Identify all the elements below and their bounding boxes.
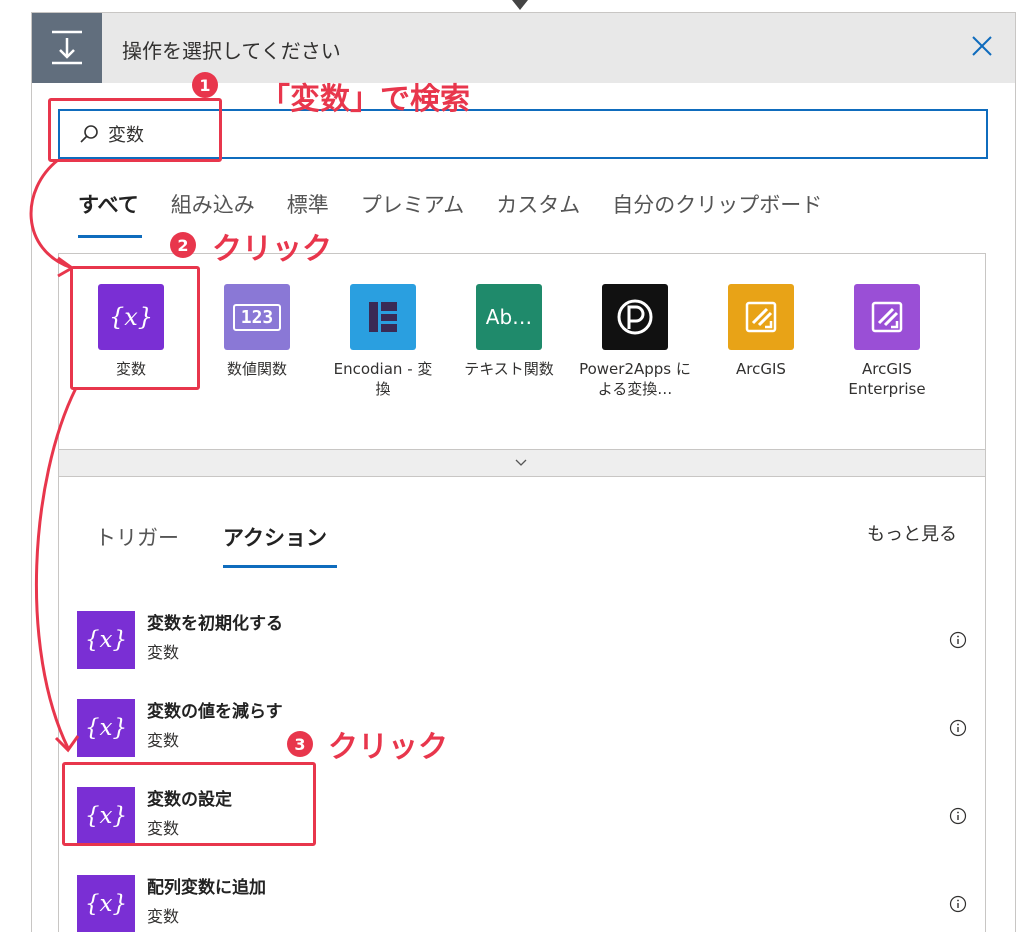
action-initialize-variable[interactable]: {x} 変数を初期化する 変数 <box>77 599 977 679</box>
close-icon[interactable] <box>967 31 997 61</box>
see-more-link[interactable]: もっと見る <box>867 520 957 546</box>
actions-panel: トリガー アクション もっと見る {x} 変数を初期化する 変数 {x} 変数の… <box>58 477 986 932</box>
info-icon[interactable] <box>949 807 967 825</box>
connector-encodian[interactable]: Encodian - 変換 <box>327 284 439 400</box>
annotation-box-variables-connector <box>70 266 200 390</box>
action-title: 変数を初期化する <box>147 614 283 634</box>
category-tabs: すべて 組み込み 標準 プレミアム カスタム 自分のクリップボード <box>78 189 854 239</box>
variable-icon: {x} <box>77 699 135 757</box>
annotation-badge-1: 1 <box>192 72 218 98</box>
annotation-badge-2: 2 <box>170 232 196 258</box>
tab-actions[interactable]: アクション <box>223 522 327 552</box>
connector-label: Power2Apps による変換… <box>579 360 691 399</box>
connector-arcgis-enterprise[interactable]: ArcGIS Enterprise <box>831 284 943 400</box>
connector-label: Encodian - 変換 <box>333 360 433 399</box>
info-icon[interactable] <box>949 719 967 737</box>
trigger-action-icon <box>32 13 102 83</box>
info-icon[interactable] <box>949 631 967 649</box>
annotation-text-1: 「変数」で検索 <box>260 82 470 117</box>
annotation-box-search <box>48 98 222 162</box>
connector-number-functions[interactable]: 123 数値関数 <box>201 284 313 379</box>
action-connector: 変数 <box>147 907 180 926</box>
annotation-text-3: クリック <box>328 730 448 765</box>
active-tab-indicator <box>223 565 337 568</box>
variable-icon: {x} <box>77 611 135 669</box>
connector-label: テキスト関数 <box>464 360 554 378</box>
connector-label: ArcGIS Enterprise <box>848 360 926 399</box>
annotation-text-2: クリック <box>212 232 332 267</box>
dialog-header: 操作を選択してください <box>32 13 1015 83</box>
action-connector: 変数 <box>147 643 180 662</box>
action-title: 配列変数に追加 <box>147 878 266 898</box>
text-functions-icon: Ab… <box>476 284 542 350</box>
action-connector: 変数 <box>147 731 180 750</box>
tab-triggers[interactable]: トリガー <box>95 522 179 552</box>
tab-premium[interactable]: プレミアム <box>361 189 465 239</box>
power2apps-icon <box>602 284 668 350</box>
connector-label: ArcGIS <box>736 360 786 378</box>
connector-label: 数値関数 <box>226 360 287 378</box>
annotation-box-set-variable <box>62 762 316 846</box>
action-title: 変数の値を減らす <box>147 702 283 722</box>
search-input[interactable] <box>108 119 968 149</box>
arcgis-enterprise-icon <box>854 284 920 350</box>
encodian-icon <box>350 284 416 350</box>
annotation-badge-3: 3 <box>287 731 313 757</box>
info-icon[interactable] <box>949 895 967 913</box>
variable-icon: {x} <box>77 875 135 932</box>
connector-power2apps[interactable]: Power2Apps による変換… <box>579 284 691 400</box>
dialog-title: 操作を選択してください <box>122 39 341 63</box>
arcgis-icon <box>728 284 794 350</box>
expand-connectors-button[interactable] <box>58 449 986 477</box>
chevron-down-icon <box>515 459 527 466</box>
tab-custom[interactable]: カスタム <box>496 189 580 239</box>
action-append-to-array-variable[interactable]: {x} 配列変数に追加 変数 <box>77 863 977 932</box>
connector-text-functions[interactable]: Ab… テキスト関数 <box>453 284 565 379</box>
number-functions-icon: 123 <box>224 284 290 350</box>
tab-all[interactable]: すべて <box>78 189 142 239</box>
connector-arcgis[interactable]: ArcGIS <box>705 284 817 379</box>
tab-my-clipboard[interactable]: 自分のクリップボード <box>612 189 822 239</box>
action-decrement-variable[interactable]: {x} 変数の値を減らす 変数 <box>77 687 977 767</box>
